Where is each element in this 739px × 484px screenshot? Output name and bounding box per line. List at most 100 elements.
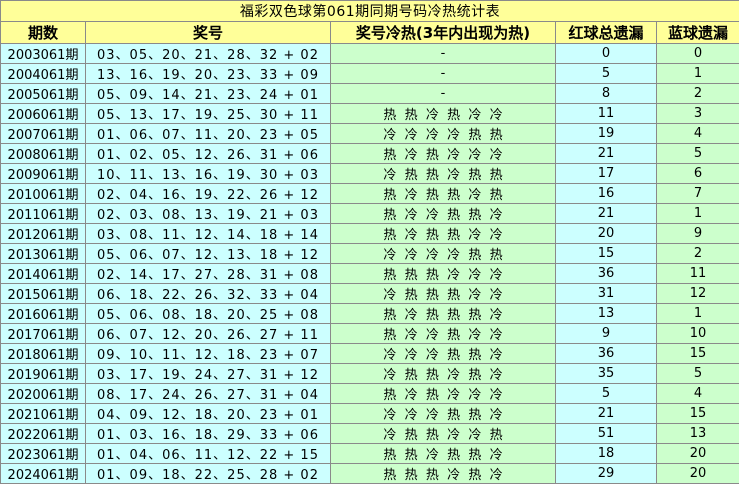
cell-red-miss: 5: [556, 384, 657, 404]
cell-numbers: 01、03、16、18、29、33 + 06: [86, 424, 331, 444]
header-red-miss: 红球总遗漏: [556, 22, 657, 44]
table-row: 2013061期05、06、07、12、13、18 + 12冷 冷 冷 冷 热 …: [1, 244, 739, 264]
lottery-stats-table-wrapper: 福彩双色球第061期同期号码冷热统计表 期数 奖号 奖号冷热(3年内出现为热) …: [0, 0, 739, 457]
cell-status: 冷 热 热 冷 冷 热: [331, 424, 556, 444]
cell-period: 2003061期: [1, 44, 86, 64]
cell-period: 2005061期: [1, 84, 86, 104]
cell-numbers: 10、11、13、16、19、30 + 03: [86, 164, 331, 184]
cell-numbers: 03、17、19、24、27、31 + 12: [86, 364, 331, 384]
table-row: 2017061期06、07、12、20、26、27 + 11热 冷 冷 热 冷 …: [1, 324, 739, 344]
cell-red-miss: 13: [556, 304, 657, 324]
cell-blue-miss: 15: [657, 404, 739, 424]
cell-numbers: 08、17、24、26、27、31 + 04: [86, 384, 331, 404]
cell-period: 2009061期: [1, 164, 86, 184]
cell-numbers: 03、05、20、21、28、32 + 02: [86, 44, 331, 64]
table-row: 2003061期03、05、20、21、28、32 + 02-00: [1, 44, 739, 64]
table-row: 2011061期02、03、08、13、19、21 + 03热 冷 冷 热 热 …: [1, 204, 739, 224]
cell-red-miss: 17: [556, 164, 657, 184]
header-blue-miss: 蓝球遗漏: [657, 22, 739, 44]
cell-numbers: 05、06、07、12、13、18 + 12: [86, 244, 331, 264]
cell-blue-miss: 13: [657, 424, 739, 444]
table-row: 2020061期08、17、24、26、27、31 + 04热 冷 热 冷 冷 …: [1, 384, 739, 404]
cell-status: 冷 冷 冷 热 热 冷: [331, 404, 556, 424]
table-row: 2008061期01、02、05、12、26、31 + 06热 冷 热 冷 冷 …: [1, 144, 739, 164]
cell-status: 热 冷 热 冷 冷 冷: [331, 384, 556, 404]
stats-table: 福彩双色球第061期同期号码冷热统计表 期数 奖号 奖号冷热(3年内出现为热) …: [0, 0, 739, 484]
cell-status: 冷 热 热 冷 热 热: [331, 164, 556, 184]
table-row: 2010061期02、04、16、19、22、26 + 12热 冷 热 热 冷 …: [1, 184, 739, 204]
cell-blue-miss: 2: [657, 244, 739, 264]
cell-numbers: 05、13、17、19、25、30 + 11: [86, 104, 331, 124]
cell-blue-miss: 6: [657, 164, 739, 184]
cell-numbers: 05、06、08、18、20、25 + 08: [86, 304, 331, 324]
cell-blue-miss: 1: [657, 64, 739, 84]
cell-status: 热 热 冷 热 冷 冷: [331, 104, 556, 124]
table-row: 2024061期01、09、18、22、25、28 + 02热 热 热 冷 热 …: [1, 464, 739, 484]
header-row: 期数 奖号 奖号冷热(3年内出现为热) 红球总遗漏 蓝球遗漏: [1, 22, 739, 44]
header-status: 奖号冷热(3年内出现为热): [331, 22, 556, 44]
cell-red-miss: 29: [556, 464, 657, 484]
cell-period: 2014061期: [1, 264, 86, 284]
cell-status: -: [331, 44, 556, 64]
cell-numbers: 01、02、05、12、26、31 + 06: [86, 144, 331, 164]
cell-status: 热 冷 热 热 冷 热: [331, 184, 556, 204]
header-period: 期数: [1, 22, 86, 44]
cell-status: 热 冷 冷 热 热 冷: [331, 204, 556, 224]
cell-status: 热 热 热 冷 热 冷: [331, 464, 556, 484]
table-row: 2014061期02、14、17、27、28、31 + 08热 热 热 冷 冷 …: [1, 264, 739, 284]
table-row: 2004061期13、16、19、20、23、33 + 09-51: [1, 64, 739, 84]
cell-red-miss: 21: [556, 144, 657, 164]
cell-red-miss: 5: [556, 64, 657, 84]
table-row: 2019061期03、17、19、24、27、31 + 12冷 热 热 冷 热 …: [1, 364, 739, 384]
cell-blue-miss: 4: [657, 124, 739, 144]
table-row: 2021061期04、09、12、18、20、23 + 01冷 冷 冷 热 热 …: [1, 404, 739, 424]
table-row: 2018061期09、10、11、12、18、23 + 07冷 冷 冷 热 热 …: [1, 344, 739, 364]
cell-period: 2020061期: [1, 384, 86, 404]
cell-period: 2016061期: [1, 304, 86, 324]
cell-blue-miss: 5: [657, 364, 739, 384]
cell-red-miss: 21: [556, 204, 657, 224]
cell-numbers: 04、09、12、18、20、23 + 01: [86, 404, 331, 424]
cell-numbers: 05、09、14、21、23、24 + 01: [86, 84, 331, 104]
cell-blue-miss: 12: [657, 284, 739, 304]
cell-red-miss: 21: [556, 404, 657, 424]
cell-blue-miss: 15: [657, 344, 739, 364]
cell-status: 热 冷 热 热 冷 冷: [331, 224, 556, 244]
cell-blue-miss: 1: [657, 204, 739, 224]
cell-period: 2021061期: [1, 404, 86, 424]
cell-period: 2012061期: [1, 224, 86, 244]
cell-period: 2019061期: [1, 364, 86, 384]
cell-numbers: 09、10、11、12、18、23 + 07: [86, 344, 331, 364]
cell-blue-miss: 20: [657, 444, 739, 464]
cell-red-miss: 9: [556, 324, 657, 344]
table-row: 2023061期01、04、06、11、12、22 + 15热 热 冷 热 热 …: [1, 444, 739, 464]
cell-red-miss: 36: [556, 344, 657, 364]
cell-period: 2017061期: [1, 324, 86, 344]
table-title: 福彩双色球第061期同期号码冷热统计表: [1, 1, 739, 22]
cell-period: 2010061期: [1, 184, 86, 204]
cell-blue-miss: 9: [657, 224, 739, 244]
table-row: 2016061期05、06、08、18、20、25 + 08热 冷 热 热 热 …: [1, 304, 739, 324]
cell-period: 2015061期: [1, 284, 86, 304]
cell-blue-miss: 5: [657, 144, 739, 164]
cell-status: 热 冷 热 热 热 冷: [331, 304, 556, 324]
cell-red-miss: 20: [556, 224, 657, 244]
cell-period: 2006061期: [1, 104, 86, 124]
cell-blue-miss: 11: [657, 264, 739, 284]
table-row: 2005061期05、09、14、21、23、24 + 01-82: [1, 84, 739, 104]
cell-numbers: 01、06、07、11、20、23 + 05: [86, 124, 331, 144]
cell-red-miss: 11: [556, 104, 657, 124]
cell-blue-miss: 2: [657, 84, 739, 104]
cell-status: 热 冷 热 冷 冷 冷: [331, 144, 556, 164]
cell-numbers: 06、18、22、26、32、33 + 04: [86, 284, 331, 304]
cell-blue-miss: 0: [657, 44, 739, 64]
cell-status: 冷 热 热 热 冷 冷: [331, 284, 556, 304]
cell-status: 冷 冷 冷 冷 热 热: [331, 244, 556, 264]
cell-red-miss: 16: [556, 184, 657, 204]
cell-blue-miss: 10: [657, 324, 739, 344]
cell-red-miss: 19: [556, 124, 657, 144]
cell-red-miss: 8: [556, 84, 657, 104]
title-row: 福彩双色球第061期同期号码冷热统计表: [1, 1, 739, 22]
cell-red-miss: 35: [556, 364, 657, 384]
cell-numbers: 01、04、06、11、12、22 + 15: [86, 444, 331, 464]
